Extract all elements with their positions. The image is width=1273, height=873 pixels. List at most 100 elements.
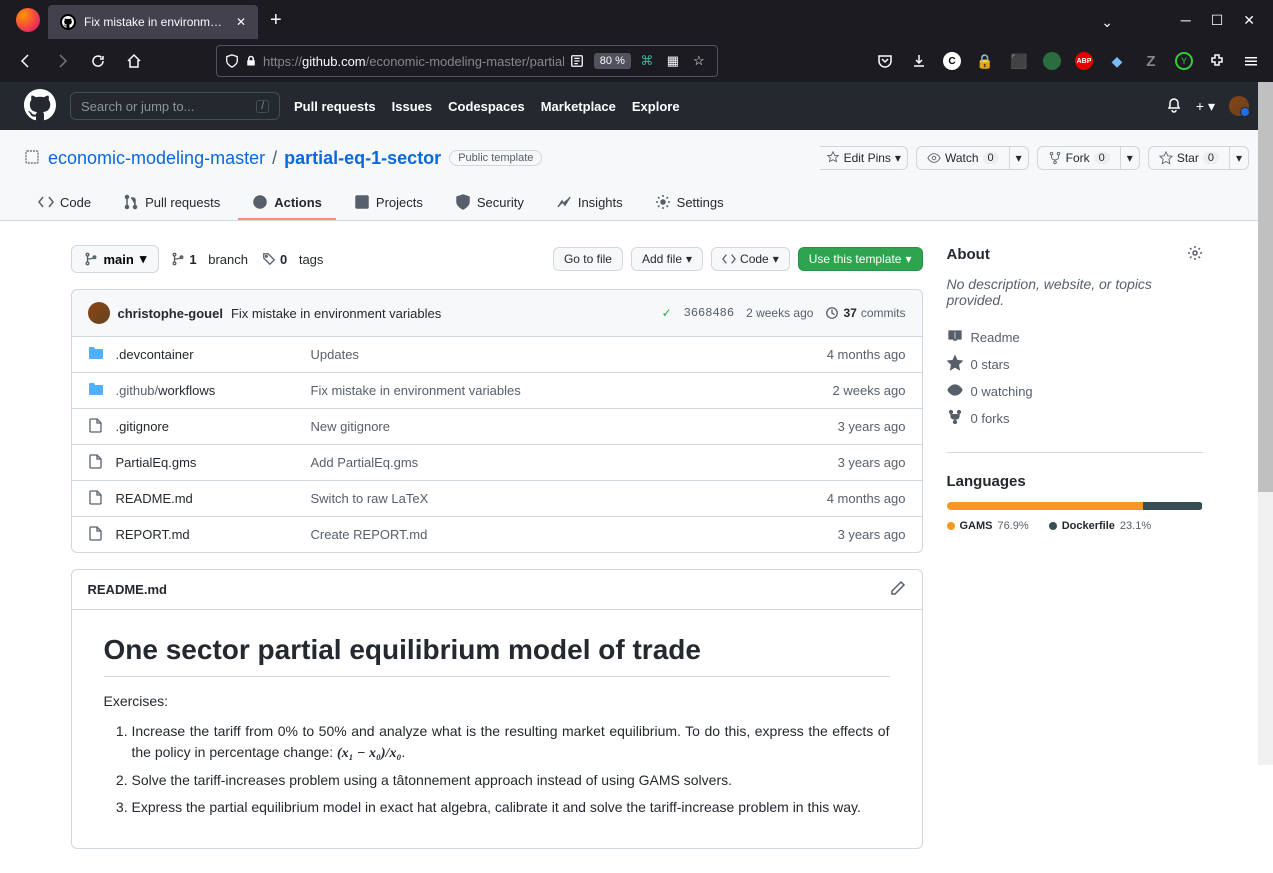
github-search[interactable]: Search or jump to... / [70,92,280,120]
go-to-file-button[interactable]: Go to file [553,247,623,271]
ext-toggle-icon[interactable]: ⬛ [1009,51,1029,71]
tabs-dropdown-icon[interactable]: ⌄ [1101,14,1113,31]
add-dropdown[interactable]: + ▾ [1196,98,1215,115]
back-button[interactable] [12,47,40,75]
nav-codespaces[interactable]: Codespaces [448,99,525,114]
ext-y-icon[interactable]: Y [1175,52,1193,70]
scrollbar[interactable] [1258,82,1273,765]
star-dropdown[interactable]: ▾ [1230,146,1249,170]
language-bar [947,502,1203,510]
watch-dropdown[interactable]: ▾ [1010,146,1029,170]
home-button[interactable] [120,47,148,75]
about-settings-icon[interactable] [1187,245,1203,264]
commit-hash[interactable]: 3668486 [684,306,734,320]
tags-link[interactable]: 0 tags [262,252,323,267]
reload-button[interactable] [84,47,112,75]
extensions-icon[interactable] [1207,51,1227,71]
abp-icon[interactable]: ABP [1075,52,1093,70]
lang-item[interactable]: GAMS 76.9% [947,520,1029,532]
edit-readme-button[interactable] [890,580,906,599]
use-template-button[interactable]: Use this template ▾ [798,247,923,271]
repo-owner-link[interactable]: economic-modeling-master [48,148,265,168]
github-logo-icon[interactable] [24,89,56,124]
ext-z-icon[interactable]: Z [1141,51,1161,71]
repo-name-link[interactable]: partial-eq-1-sector [284,148,441,168]
tab-actions[interactable]: Actions [238,186,336,220]
ext-c-icon[interactable]: C [943,52,961,70]
tab-insights[interactable]: Insights [542,186,637,220]
fork-dropdown[interactable]: ▾ [1121,146,1140,170]
nav-issues[interactable]: Issues [392,99,432,114]
file-row: .devcontainerUpdates4 months ago [72,337,922,373]
scrollbar-thumb[interactable] [1258,82,1273,492]
commit-message[interactable]: Fix mistake in environment variables [231,306,441,321]
star-button[interactable]: Star 0 [1148,146,1230,170]
tab-pull-requests[interactable]: Pull requests [109,186,234,220]
ext-icon-1[interactable]: ⌘ [637,51,657,71]
pocket-icon[interactable] [875,51,895,71]
url-bar[interactable]: https://github.com/economic-modeling-mas… [216,45,718,77]
download-icon[interactable] [909,51,929,71]
tab-close-icon[interactable]: ✕ [236,15,246,29]
fork-icon [947,409,963,428]
about-item-star[interactable]: 0 stars [947,351,1203,378]
file-name: PartialEq.gms [116,455,311,470]
file-row: .github/workflowsFix mistake in environm… [72,373,922,409]
ext-icon-2[interactable]: ▦ [663,51,683,71]
nav-pull-requests[interactable]: Pull requests [294,99,376,114]
ext-green-icon[interactable] [1043,52,1061,70]
exercise-item: Increase the tariff from 0% to 50% and a… [132,721,890,764]
url-text: https://github.com/economic-modeling-mas… [263,54,564,69]
file-name: README.md [116,491,311,506]
check-icon[interactable]: ✓ [662,306,672,320]
about-item-fork[interactable]: 0 forks [947,405,1203,432]
user-avatar[interactable] [1229,96,1249,116]
file-commit-msg: Switch to raw LaTeX [311,491,827,506]
commits-link[interactable]: 37 commits [825,306,905,320]
slash-key-icon: / [256,100,269,113]
repo-template-icon [24,149,40,168]
readme-filename[interactable]: README.md [88,582,167,597]
fork-button[interactable]: Fork 0 [1037,146,1121,170]
code-button[interactable]: Code ▾ [711,247,790,271]
about-item-eye[interactable]: 0 watching [947,378,1203,405]
lang-item[interactable]: Dockerfile 23.1% [1049,520,1151,532]
close-window-icon[interactable]: ✕ [1243,12,1255,29]
commit-author[interactable]: christophe-gouel [118,306,223,321]
lang-segment[interactable] [1143,502,1202,510]
nav-explore[interactable]: Explore [632,99,680,114]
readme-body: One sector partial equilibrium model of … [72,610,922,848]
new-tab-button[interactable]: + [270,9,282,32]
nav-marketplace[interactable]: Marketplace [541,99,616,114]
tab-security[interactable]: Security [441,186,538,220]
add-file-button[interactable]: Add file ▾ [631,247,703,271]
file-commit-msg: Updates [311,347,827,362]
tab-settings[interactable]: Settings [641,186,738,220]
tab-code[interactable]: Code [24,186,105,220]
minimize-icon[interactable]: ─ [1181,12,1191,29]
search-placeholder: Search or jump to... [81,99,194,114]
commit-author-avatar[interactable] [88,302,110,324]
file-commit-msg: New gitignore [311,419,838,434]
watch-button[interactable]: Watch 0 [916,146,1010,170]
lang-segment[interactable] [947,502,1144,510]
zoom-badge[interactable]: 80 % [594,53,631,69]
bookmark-star-icon[interactable]: ☆ [689,51,709,71]
browser-tab[interactable]: Fix mistake in environment vari ✕ [48,5,258,39]
about-item-readme[interactable]: Readme [947,324,1203,351]
repo-breadcrumb: economic-modeling-master / partial-eq-1-… [48,148,441,169]
menu-icon[interactable] [1241,51,1261,71]
firefox-logo-icon [16,8,40,32]
ext-lock-icon[interactable]: 🔒 [975,51,995,71]
notifications-icon[interactable] [1166,97,1182,116]
maximize-icon[interactable]: ☐ [1211,12,1224,29]
about-description: No description, website, or topics provi… [947,276,1203,308]
forward-button[interactable] [48,47,76,75]
branches-link[interactable]: 1 branch [171,252,248,267]
tab-projects[interactable]: Projects [340,186,437,220]
branch-selector[interactable]: main ▾ [71,245,160,273]
nav-bar: https://github.com/economic-modeling-mas… [0,40,1273,82]
ext-diamond-icon[interactable]: ◆ [1107,51,1127,71]
edit-pins-button[interactable]: Edit Pins ▾ [820,146,908,170]
reader-icon[interactable] [570,54,584,68]
